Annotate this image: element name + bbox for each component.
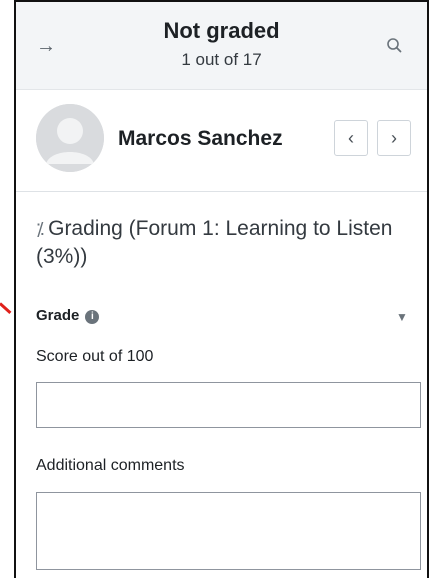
grading-panel: → Not graded 1 out of 17 Marcos Sanchez …	[14, 0, 429, 578]
grading-status-title: Not graded	[163, 18, 280, 43]
user-navigation-row: Marcos Sanchez ‹ ›	[16, 90, 427, 192]
search-icon[interactable]	[385, 36, 405, 56]
grading-status-count: 1 out of 17	[181, 50, 262, 69]
grading-heading: ⁒ Grading (Forum 1: Learning to Listen (3…	[36, 215, 421, 270]
score-input[interactable]	[36, 382, 421, 428]
grade-section-label: Grade i	[36, 307, 100, 324]
chevron-left-icon: ‹	[348, 127, 354, 148]
magic-wand-icon: ⁒	[36, 219, 45, 239]
avatar	[36, 104, 104, 172]
chevron-right-icon: ›	[391, 127, 397, 148]
previous-user-button[interactable]: ‹	[334, 120, 368, 156]
caret-down-icon[interactable]: ▼	[396, 310, 408, 324]
info-icon[interactable]: i	[85, 310, 100, 324]
student-name[interactable]: Marcos Sanchez	[118, 126, 283, 152]
comments-label: Additional comments	[36, 457, 185, 474]
grading-heading-text: Grading (Forum 1: Learning to Listen (3%…	[36, 217, 393, 268]
annotation-arrow-mark	[0, 302, 12, 314]
grading-header: → Not graded 1 out of 17	[16, 2, 427, 90]
score-label: Score out of 100	[36, 348, 154, 365]
next-user-button[interactable]: ›	[377, 120, 411, 156]
grade-label-text: Grade	[36, 307, 80, 324]
additional-comments-input[interactable]	[36, 492, 421, 570]
